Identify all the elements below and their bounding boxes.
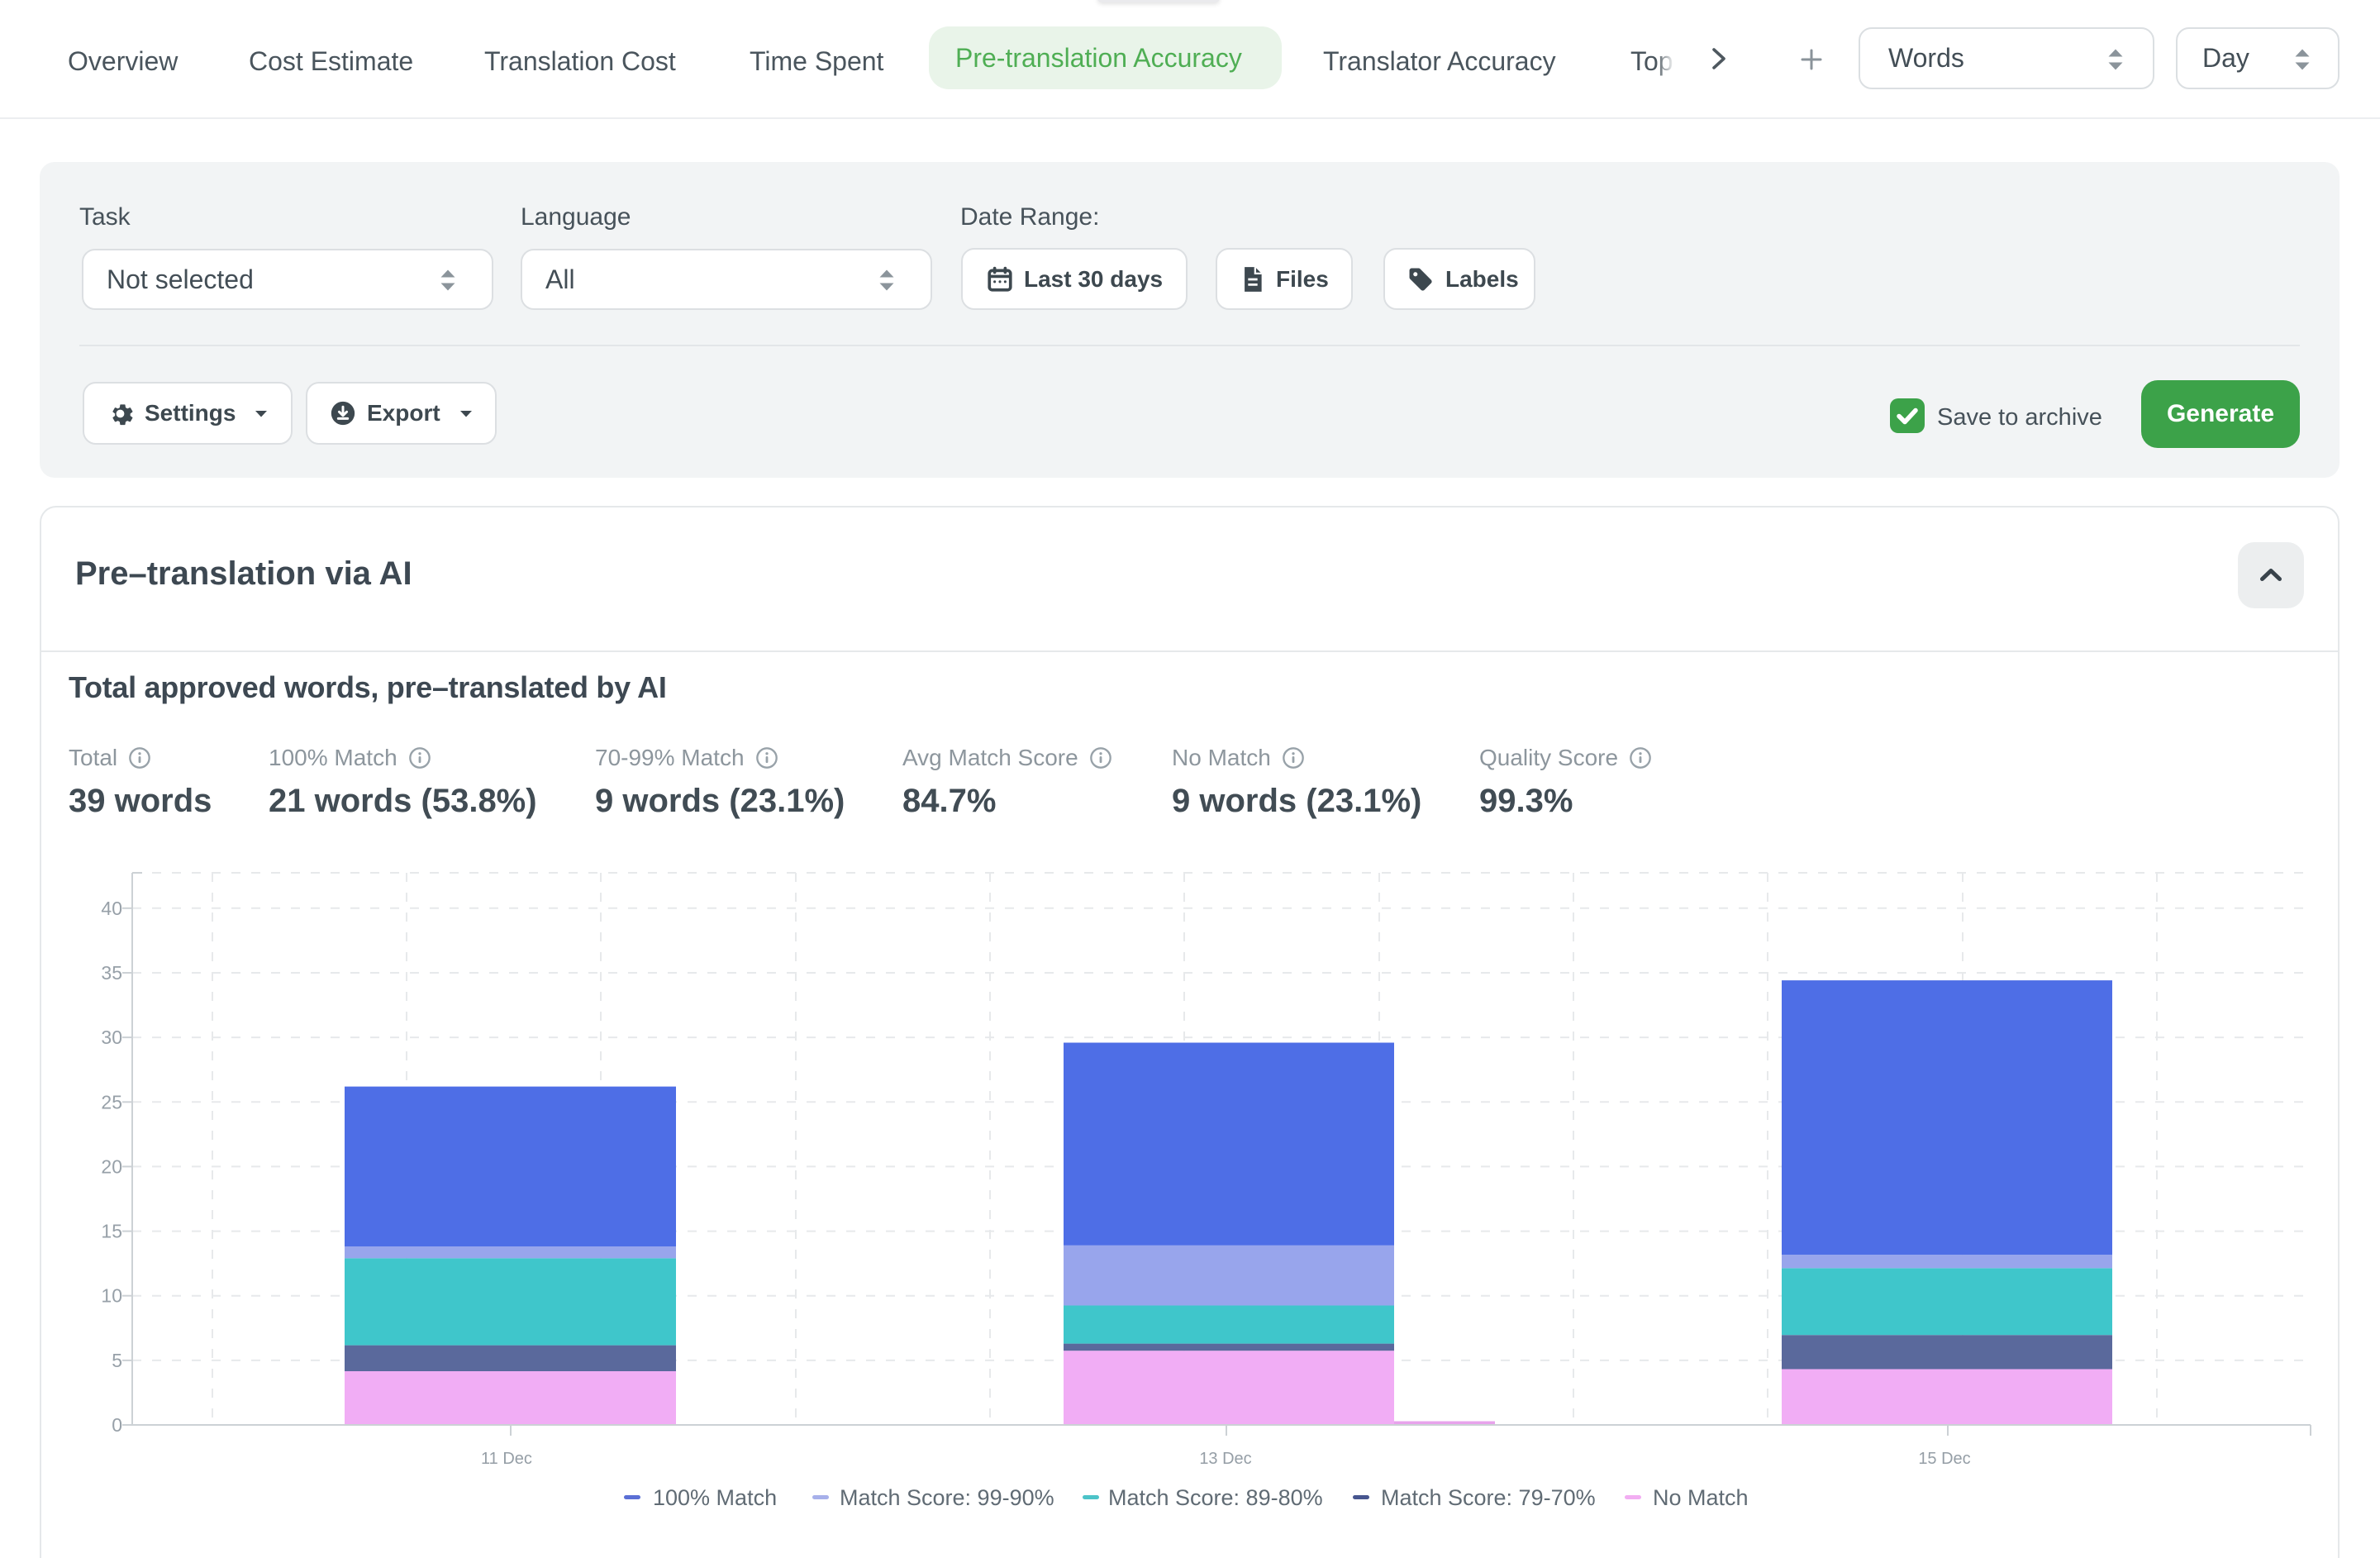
svg-text:35: 35	[101, 962, 122, 984]
svg-text:20: 20	[101, 1155, 122, 1177]
svg-text:15: 15	[101, 1221, 122, 1242]
svg-text:15 Dec: 15 Dec	[1918, 1450, 1970, 1468]
svg-text:13 Dec: 13 Dec	[1199, 1450, 1251, 1468]
svg-text:5: 5	[112, 1350, 122, 1371]
svg-text:11 Dec: 11 Dec	[481, 1450, 532, 1468]
svg-text:40: 40	[101, 898, 122, 919]
svg-text:0: 0	[112, 1414, 122, 1436]
svg-text:30: 30	[101, 1027, 122, 1048]
svg-text:10: 10	[101, 1285, 122, 1307]
svg-text:25: 25	[101, 1091, 122, 1113]
